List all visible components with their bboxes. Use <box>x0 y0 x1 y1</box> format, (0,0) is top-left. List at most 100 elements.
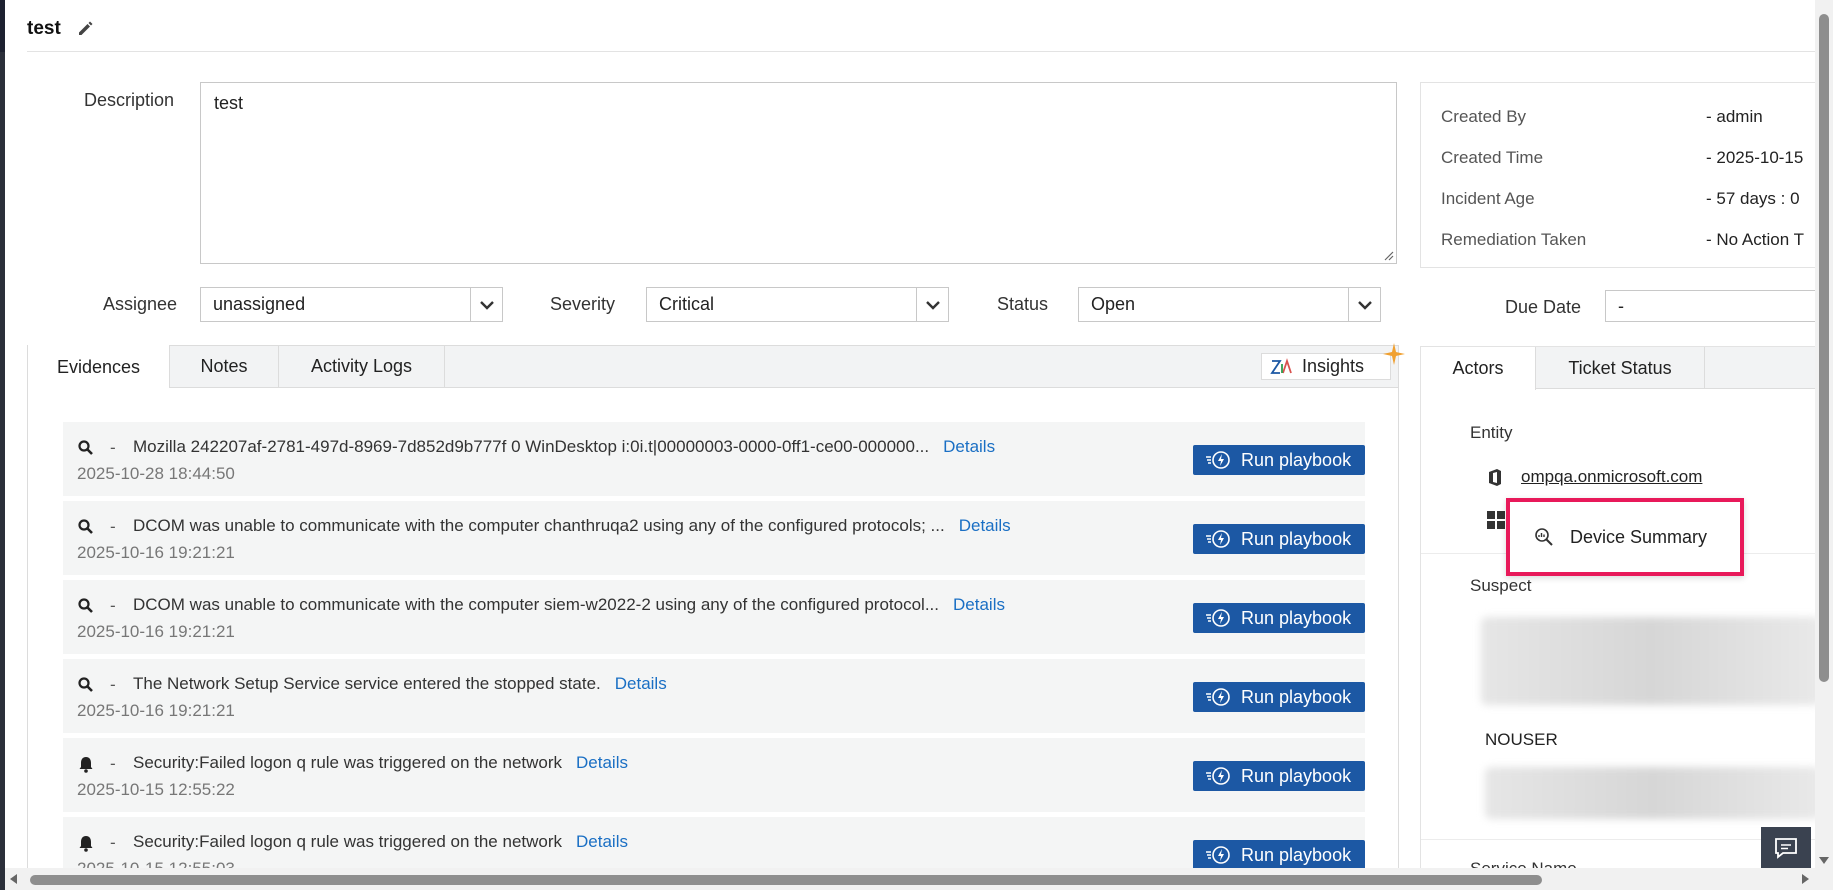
details-link[interactable]: Details <box>959 516 1011 535</box>
details-link[interactable]: Details <box>576 753 628 772</box>
tab-label: Notes <box>200 356 248 376</box>
tab-label: Actors <box>1452 358 1504 378</box>
evidence-tabs-bar: Evidences Notes Activity Logs Insights <box>27 343 1405 389</box>
vertical-scrollbar[interactable] <box>1815 0 1833 890</box>
evidence-row: - The Network Setup Service service ente… <box>63 659 1365 733</box>
assignee-value: unassigned <box>213 294 306 314</box>
vertical-scrollbar-thumb[interactable] <box>1819 14 1829 682</box>
evidence-time: 2025-10-28 18:44:50 <box>77 464 235 483</box>
evidence-row: - DCOM was unable to communicate with th… <box>63 580 1365 654</box>
section-divider <box>1421 839 1815 840</box>
separator-dash: - <box>110 675 116 694</box>
assignee-label: Assignee <box>103 294 178 314</box>
severity-select[interactable]: Critical <box>646 287 949 322</box>
evidence-text: Security:Failed logon q rule was trigger… <box>133 832 628 852</box>
actors-panel: Actors Ticket Status Entity ompqa.onmicr… <box>1420 346 1815 868</box>
run-playbook-button[interactable]: Run playbook <box>1193 603 1365 633</box>
evidence-row: - Security:Failed logon q rule was trigg… <box>63 817 1365 868</box>
run-playbook-button[interactable]: Run playbook <box>1193 840 1365 868</box>
scroll-right-arrow-icon[interactable] <box>1800 873 1810 885</box>
evidence-message: The Network Setup Service service entere… <box>133 674 601 693</box>
details-link[interactable]: Details <box>953 595 1005 614</box>
due-date-label: Due Date <box>1505 297 1582 317</box>
sparkle-icon <box>1383 343 1405 365</box>
search-icon <box>78 440 93 455</box>
search-icon <box>78 519 93 534</box>
run-playbook-button[interactable]: Run playbook <box>1193 761 1365 791</box>
separator-dash: - <box>110 596 116 615</box>
insights-button[interactable]: Insights <box>1261 353 1391 380</box>
tab-label: Ticket Status <box>1568 357 1672 378</box>
evidence-text: DCOM was unable to communicate with the … <box>133 595 1005 615</box>
description-label: Description <box>84 90 175 110</box>
windows-icon <box>1487 511 1505 529</box>
run-playbook-button[interactable]: Run playbook <box>1193 682 1365 712</box>
tab-ticket-status[interactable]: Ticket Status <box>1536 347 1705 389</box>
created-time-label: Created Time <box>1441 148 1544 167</box>
evidence-message: Security:Failed logon q rule was trigger… <box>133 753 563 772</box>
created-by-value: - admin <box>1706 107 1763 126</box>
separator-dash: - <box>110 438 116 457</box>
zia-icon <box>1270 357 1292 374</box>
search-icon <box>78 598 93 613</box>
playbook-icon <box>1206 530 1230 548</box>
suspect-label: Suspect <box>1470 576 1532 595</box>
evidence-message: Mozilla 242207af-2781-497d-8969-7d852d9b… <box>133 437 930 456</box>
separator-dash: - <box>110 754 116 773</box>
search-icon <box>78 677 93 692</box>
tab-notes[interactable]: Notes <box>170 345 279 388</box>
scroll-down-arrow-icon[interactable] <box>1818 855 1830 865</box>
evidence-message: DCOM was unable to communicate with the … <box>133 595 940 614</box>
office-icon <box>1489 469 1501 486</box>
evidence-text: The Network Setup Service service entere… <box>133 674 667 694</box>
tab-evidences[interactable]: Evidences <box>27 345 170 389</box>
created-by-label: Created By <box>1441 107 1527 126</box>
evidence-text: Mozilla 242207af-2781-497d-8969-7d852d9b… <box>133 437 995 457</box>
description-textarea[interactable]: test <box>200 82 1397 264</box>
tab-activity-logs[interactable]: Activity Logs <box>279 345 445 388</box>
incident-page: test Description test Created By - admin… <box>5 0 1815 868</box>
device-summary-popup[interactable]: Device Summary <box>1506 498 1744 576</box>
run-playbook-button[interactable]: Run playbook <box>1193 445 1365 475</box>
run-playbook-label: Run playbook <box>1241 449 1352 470</box>
device-summary-label: Device Summary <box>1570 526 1708 547</box>
playbook-icon <box>1206 451 1230 469</box>
status-value: Open <box>1091 294 1136 314</box>
due-date-value: - <box>1618 295 1624 316</box>
details-link[interactable]: Details <box>943 437 995 456</box>
chat-button[interactable] <box>1761 827 1811 868</box>
details-link[interactable]: Details <box>615 674 667 693</box>
title-row: test <box>27 14 97 44</box>
entity-link[interactable]: ompqa.onmicrosoft.com <box>1521 467 1702 487</box>
playbook-icon <box>1206 846 1230 864</box>
chevron-down-icon <box>1348 288 1380 321</box>
evidence-time: 2025-10-15 12:55:03 <box>77 859 235 868</box>
tab-actors[interactable]: Actors <box>1421 347 1536 390</box>
run-playbook-label: Run playbook <box>1241 765 1352 786</box>
chevron-down-icon <box>916 288 948 321</box>
playbook-icon <box>1206 688 1230 706</box>
run-playbook-button[interactable]: Run playbook <box>1193 524 1365 554</box>
evidence-row: - Mozilla 242207af-2781-497d-8969-7d852d… <box>63 422 1365 496</box>
run-playbook-label: Run playbook <box>1241 844 1352 865</box>
remediation-label: Remediation Taken <box>1441 230 1587 249</box>
assignee-select[interactable]: unassigned <box>200 287 503 322</box>
horizontal-scrollbar[interactable] <box>5 868 1815 890</box>
resize-grip-icon[interactable] <box>1382 249 1394 261</box>
nouser-label: NOUSER <box>1485 730 1558 749</box>
horizontal-scrollbar-thumb[interactable] <box>30 875 1542 885</box>
tab-label: Activity Logs <box>310 356 413 376</box>
tab-label: Evidences <box>56 356 141 377</box>
device-search-icon <box>1535 528 1553 546</box>
status-select[interactable]: Open <box>1078 287 1381 322</box>
evidence-list: - Mozilla 242207af-2781-497d-8969-7d852d… <box>27 388 1399 868</box>
redacted-block <box>1485 767 1815 819</box>
created-time-value: - 2025-10-15 <box>1706 148 1804 167</box>
details-link[interactable]: Details <box>576 832 628 851</box>
scroll-left-arrow-icon[interactable] <box>9 873 19 885</box>
pencil-icon[interactable] <box>77 19 97 39</box>
evidence-text: Security:Failed logon q rule was trigger… <box>133 753 628 773</box>
due-date-field[interactable]: - <box>1605 290 1815 322</box>
run-playbook-label: Run playbook <box>1241 607 1352 628</box>
playbook-icon <box>1206 767 1230 785</box>
